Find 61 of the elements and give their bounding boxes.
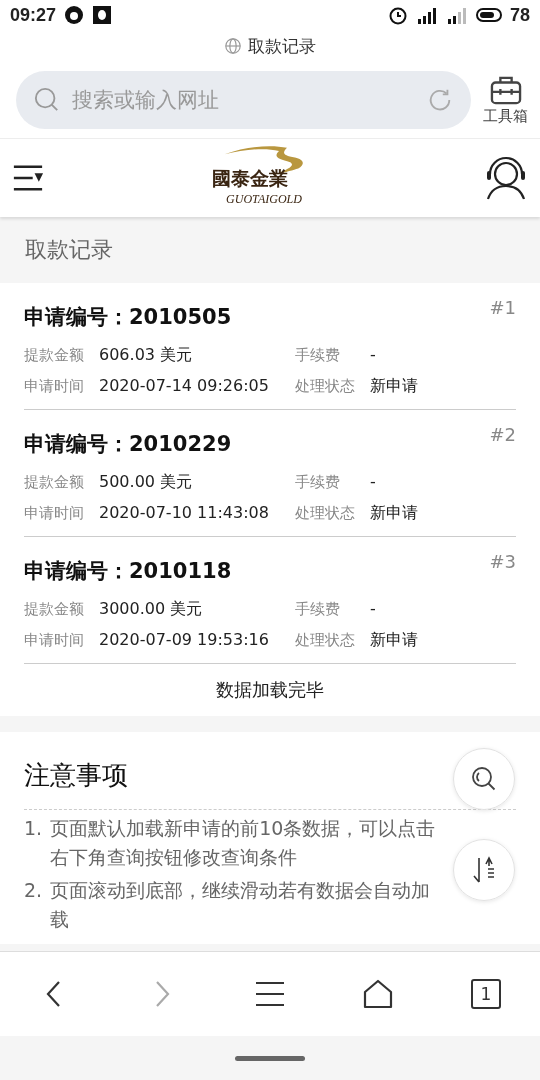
field-value: 新申请 xyxy=(370,376,419,397)
chat-notification-icon xyxy=(92,5,113,25)
signal-icon xyxy=(445,5,468,25)
field-value: 新申请 xyxy=(370,630,419,651)
field-label: 提款金额 xyxy=(24,473,85,492)
field-value: 2020-07-14 09:26:05 xyxy=(99,376,270,395)
field-label: 手续费 xyxy=(295,473,341,492)
load-complete-text: 数据加载完毕 xyxy=(216,678,324,702)
page-title: 取款记录 xyxy=(248,34,316,58)
customer-service-icon[interactable] xyxy=(484,156,528,200)
field-label: 处理状态 xyxy=(295,504,356,523)
field-label: 提款金额 xyxy=(24,346,85,365)
battery-level: 78 xyxy=(509,4,530,26)
record-index: #1 xyxy=(489,297,516,318)
search-icon xyxy=(34,87,60,113)
toolbox-button[interactable]: 工具箱 xyxy=(483,74,528,126)
field-value: 606.03 美元 xyxy=(99,345,194,366)
record-title: 申请编号：2010229 xyxy=(24,431,232,458)
field-label: 申请时间 xyxy=(24,631,85,650)
record-index: #3 xyxy=(489,551,516,572)
menu-icon[interactable] xyxy=(255,979,285,1009)
globe-icon xyxy=(224,37,242,55)
page-heading: 取款记录 xyxy=(25,236,113,264)
notes-title: 注意事项 xyxy=(24,760,128,790)
search-field[interactable]: 搜索或输入网址 xyxy=(70,87,417,113)
note-text: 页面默认加载新申请的前10条数据，可以点击右下角查询按钮修改查询条件 xyxy=(50,816,437,870)
menu-icon[interactable] xyxy=(12,163,44,193)
field-value: - xyxy=(370,599,377,618)
logo-text: 國泰金業 xyxy=(212,166,288,191)
field-value: 2020-07-10 11:43:08 xyxy=(99,503,270,522)
home-icon[interactable] xyxy=(363,979,393,1009)
field-label: 提款金额 xyxy=(24,600,85,619)
search-bar[interactable]: 搜索或输入网址 xyxy=(16,71,471,129)
field-value: 3000.00 美元 xyxy=(99,599,204,620)
note-text: 页面滚动到底部，继续滑动若有数据会自动加载 xyxy=(50,878,432,932)
logo-subtext: GUOTAIGOLD xyxy=(226,192,302,207)
battery-icon xyxy=(475,8,502,22)
record-index: #2 xyxy=(489,424,516,445)
note-number: 1. xyxy=(24,816,43,841)
query-button[interactable] xyxy=(453,748,515,810)
sort-button[interactable] xyxy=(453,839,515,901)
field-value: 500.00 美元 xyxy=(99,472,194,493)
note-number: 2. xyxy=(24,878,43,903)
signal-icon xyxy=(415,5,438,25)
field-label: 手续费 xyxy=(295,346,341,365)
tabs-button[interactable]: 1 xyxy=(471,979,501,1009)
record-title: 申请编号：2010118 xyxy=(24,558,232,585)
app-notification-icon xyxy=(64,5,85,25)
alarm-icon xyxy=(387,5,408,25)
field-label: 申请时间 xyxy=(24,504,85,523)
record-title: 申请编号：2010505 xyxy=(24,304,232,331)
field-value: 新申请 xyxy=(370,503,419,524)
status-time: 09:27 xyxy=(10,4,57,26)
field-label: 处理状态 xyxy=(295,631,356,650)
gesture-bar[interactable] xyxy=(235,1055,305,1061)
field-value: - xyxy=(370,345,377,364)
field-value: - xyxy=(370,472,377,491)
field-label: 处理状态 xyxy=(295,377,356,396)
field-label: 申请时间 xyxy=(24,377,85,396)
field-label: 手续费 xyxy=(295,600,341,619)
field-value: 2020-07-09 19:53:16 xyxy=(99,630,270,649)
